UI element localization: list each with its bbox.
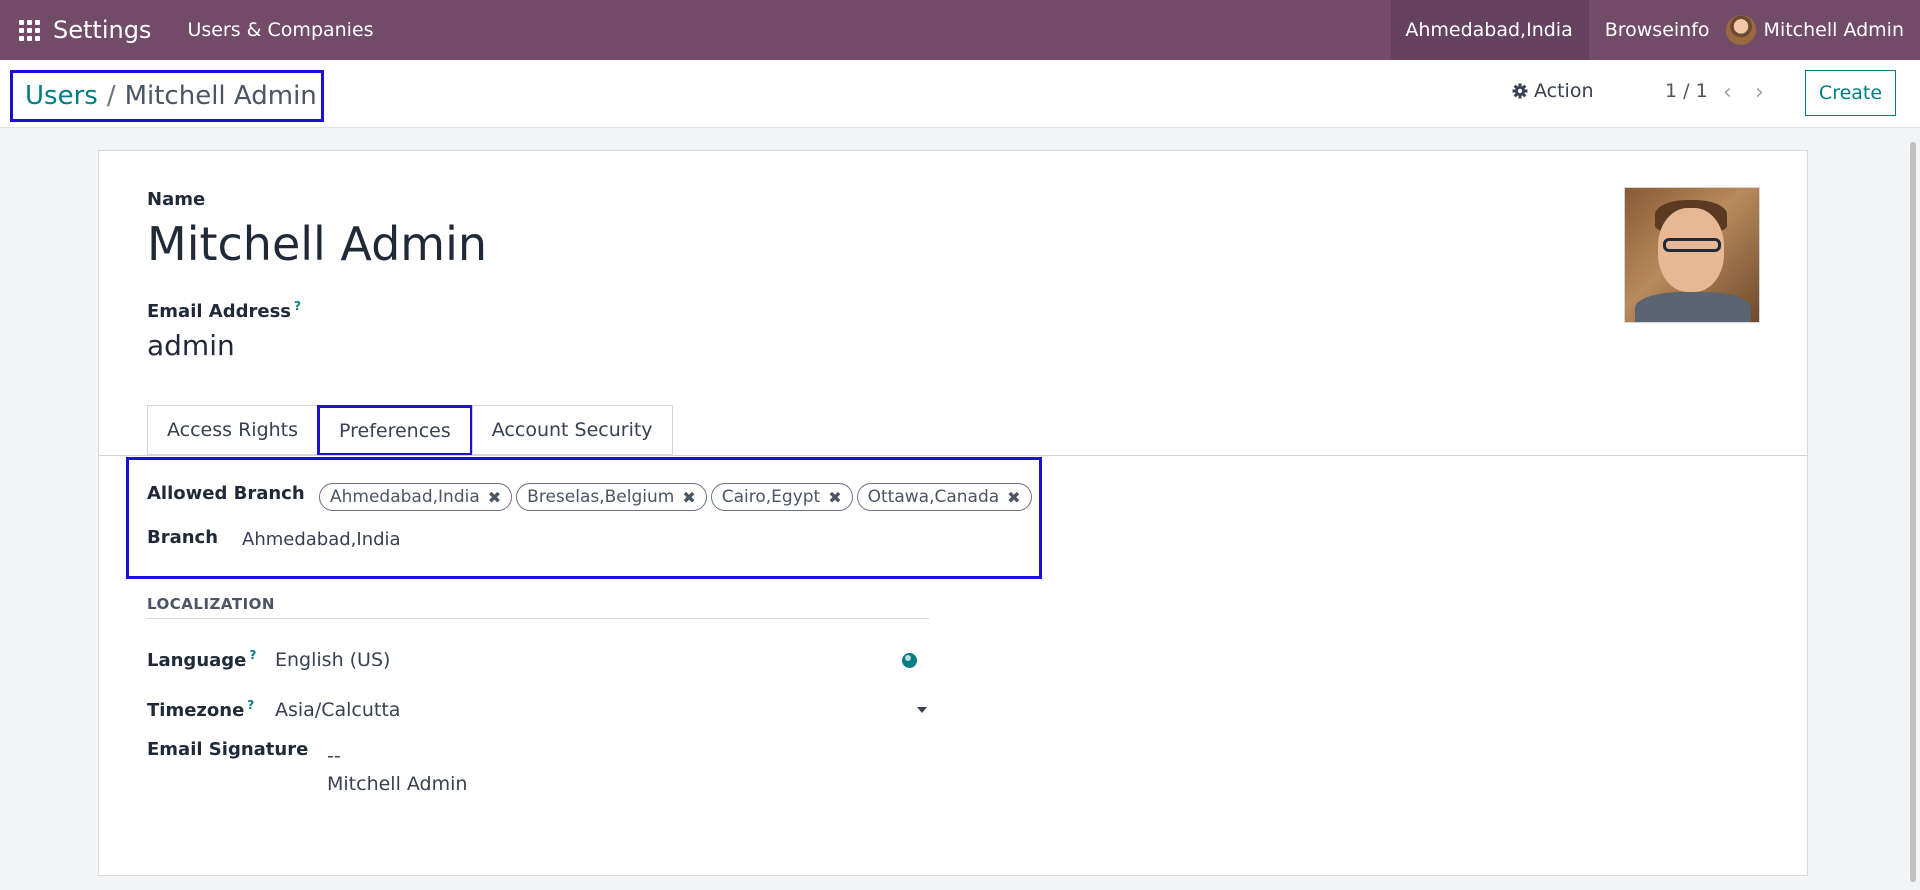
navbar-right: Ahmedabad,India Browseinfo Mitchell Admi… xyxy=(1391,0,1920,60)
help-icon[interactable]: ? xyxy=(247,698,254,712)
control-panel: Users / Mitchell Admin Action 1 / 1 ‹ › … xyxy=(0,60,1920,128)
pager-value[interactable]: 1 / 1 xyxy=(1665,80,1708,102)
user-name: Mitchell Admin xyxy=(1763,19,1904,41)
breadcrumb-separator: / xyxy=(106,81,116,111)
branch-field[interactable]: Ahmedabad,India xyxy=(242,529,401,550)
branch-tag[interactable]: Ottawa,Canada ✖ xyxy=(856,483,1032,511)
email-field[interactable]: admin xyxy=(147,329,235,362)
branch-tag-label: Cairo,Egypt xyxy=(721,487,821,507)
tab-divider xyxy=(99,455,1807,456)
branch-tag[interactable]: Ahmedabad,India ✖ xyxy=(319,483,513,511)
photo-body xyxy=(1635,292,1751,322)
close-icon[interactable]: ✖ xyxy=(488,488,501,507)
browseinfo-link[interactable]: Browseinfo xyxy=(1589,19,1726,41)
close-icon[interactable]: ✖ xyxy=(828,488,841,507)
signature-line-1[interactable]: -- xyxy=(327,745,341,767)
user-menu[interactable]: Mitchell Admin xyxy=(1725,15,1920,45)
company-switcher[interactable]: Ahmedabad,India xyxy=(1391,0,1589,60)
branch-tag-label: Ahmedabad,India xyxy=(330,487,480,507)
help-icon[interactable]: ? xyxy=(294,299,301,313)
tab-account-security[interactable]: Account Security xyxy=(471,405,673,455)
branch-tag-label: Ottawa,Canada xyxy=(867,487,1000,507)
timezone-select[interactable]: Asia/Calcutta xyxy=(275,699,400,721)
branch-label: Branch xyxy=(147,527,219,548)
timezone-label: Timezone? xyxy=(147,698,254,721)
apps-grid-icon[interactable] xyxy=(18,19,40,41)
form-sheet: Name Mitchell Admin Email Address? admin… xyxy=(98,150,1808,876)
breadcrumb: Users / Mitchell Admin xyxy=(10,70,324,122)
language-label: Language? xyxy=(147,648,256,671)
branch-tag-label: Breselas,Belgium xyxy=(527,487,675,507)
scrollbar-thumb[interactable] xyxy=(1910,142,1916,882)
menu-users-companies[interactable]: Users & Companies xyxy=(187,19,373,41)
allowed-branch-tags[interactable]: Ahmedabad,India ✖ Breselas,Belgium ✖ Cai… xyxy=(319,483,1032,511)
notebook-tabs: Access Rights Preferences Account Securi… xyxy=(147,405,673,457)
signature-label: Email Signature xyxy=(147,739,309,760)
close-icon[interactable]: ✖ xyxy=(682,488,695,507)
user-photo[interactable] xyxy=(1624,187,1760,323)
help-icon[interactable]: ? xyxy=(249,648,256,662)
name-label: Name xyxy=(147,189,206,210)
language-select[interactable]: English (US) xyxy=(275,649,390,671)
tab-access-rights[interactable]: Access Rights xyxy=(147,405,319,455)
scrollbar[interactable] xyxy=(1906,130,1920,890)
localization-divider xyxy=(147,618,929,619)
photo-glasses xyxy=(1663,238,1721,252)
breadcrumb-users-link[interactable]: Users xyxy=(25,81,98,111)
action-label: Action xyxy=(1534,80,1594,102)
tab-preferences[interactable]: Preferences xyxy=(317,405,473,456)
gear-icon xyxy=(1512,83,1528,99)
localization-heading: LOCALIZATION xyxy=(147,595,275,613)
top-navbar: Settings Users & Companies Ahmedabad,Ind… xyxy=(0,0,1920,60)
close-icon[interactable]: ✖ xyxy=(1007,488,1020,507)
chevron-right-icon[interactable]: › xyxy=(1755,80,1764,105)
language-label-text: Language xyxy=(147,650,247,671)
breadcrumb-current: Mitchell Admin xyxy=(124,81,317,111)
timezone-label-text: Timezone xyxy=(147,700,245,721)
user-avatar xyxy=(1725,15,1756,45)
email-label-text: Email Address xyxy=(147,301,292,322)
email-label: Email Address? xyxy=(147,299,301,322)
globe-icon[interactable] xyxy=(902,653,917,668)
branch-highlight-box xyxy=(126,457,1042,579)
app-title[interactable]: Settings xyxy=(53,16,151,44)
chevron-left-icon[interactable]: ‹ xyxy=(1723,80,1732,105)
name-field[interactable]: Mitchell Admin xyxy=(147,217,487,271)
create-button[interactable]: Create xyxy=(1805,70,1896,116)
branch-tag[interactable]: Cairo,Egypt ✖ xyxy=(710,483,853,511)
branch-tag[interactable]: Breselas,Belgium ✖ xyxy=(516,483,707,511)
caret-down-icon[interactable] xyxy=(917,707,927,713)
signature-line-2[interactable]: Mitchell Admin xyxy=(327,773,467,795)
action-button[interactable]: Action xyxy=(1512,80,1594,102)
allowed-branch-label: Allowed Branch xyxy=(147,483,305,504)
